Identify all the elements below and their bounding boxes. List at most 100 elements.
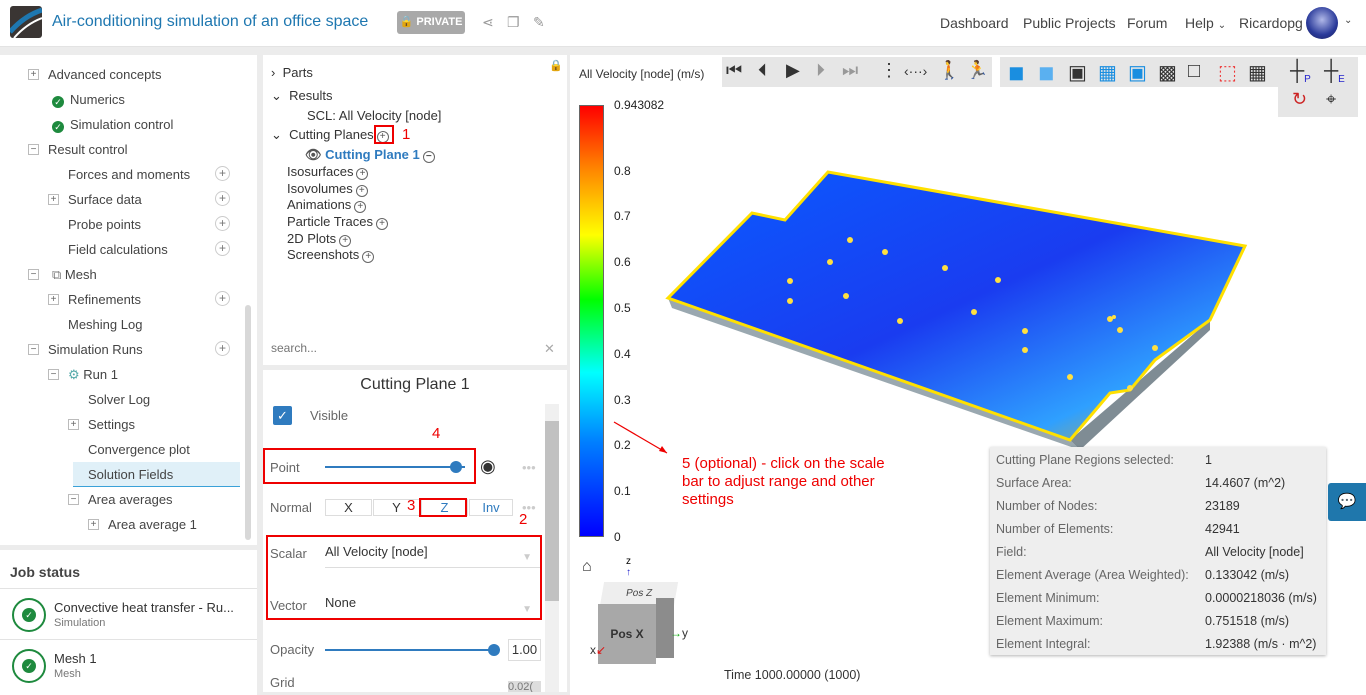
tree-item[interactable]: Convergence plot [88,442,190,457]
collapse-icon[interactable]: − [28,344,39,355]
props-scrollbar[interactable] [545,404,559,692]
points-cube-icon[interactable]: ⬚ [1218,60,1237,85]
add-icon[interactable]: + [356,168,369,180]
tree-animations[interactable]: Animations + [287,197,367,213]
expand-icon[interactable]: + [88,519,99,530]
outline-cube-icon[interactable]: ▣ [1068,60,1087,85]
copy-icon[interactable]: ❐ [507,14,520,31]
collapse-icon[interactable]: − [28,269,39,280]
tree-item[interactable]: Simulation Runs [48,342,143,357]
tree-item[interactable]: Field calculations [68,242,168,257]
tree-item[interactable]: Advanced concepts [48,67,161,82]
tree-isosurfaces[interactable]: Isosurfaces + [287,164,369,180]
tree-item[interactable]: Forces and moments [68,167,190,182]
grid-cube-icon[interactable]: ▦ [1248,60,1267,85]
edit-icon[interactable]: ✎ [533,14,545,31]
add-icon[interactable]: + [215,241,230,256]
nav-dashboard[interactable]: Dashboard [940,15,1009,31]
opacity-input[interactable]: 1.00 [508,639,541,661]
tree-2d-plots[interactable]: 2D Plots + [287,231,352,247]
mesh-cube-icon[interactable]: ▦ [1098,60,1117,85]
add-icon[interactable]: + [354,201,367,213]
tree-parts[interactable]: › Parts [271,65,313,80]
opacity-slider-handle[interactable] [488,644,500,656]
clear-search-icon[interactable]: ✕ [544,341,555,357]
run-icon[interactable]: 🏃 [966,60,988,81]
tree-cutting-plane-1[interactable]: 👁 Cutting Plane 1− [305,147,435,163]
nav-forum[interactable]: Forum [1127,15,1167,31]
expand-icon[interactable]: + [48,194,59,205]
opacity-slider[interactable] [325,649,493,651]
add-icon[interactable]: + [215,191,230,206]
tree-screenshots[interactable]: Screenshots + [287,247,375,263]
rotate-axes-icon[interactable]: ↻ [1292,89,1307,110]
center-icon[interactable]: ⌖ [1326,89,1336,110]
nav-help[interactable]: Help ⌄ [1185,15,1226,31]
tree-item[interactable]: ⧉ Mesh [52,267,97,283]
tree-scl[interactable]: SCL: All Velocity [node] [307,108,441,123]
element-pick-icon[interactable]: ┼E [1324,60,1345,85]
normal-x-button[interactable]: X [325,499,372,516]
previous-frame-icon[interactable]: ⏴ [758,60,767,81]
job-item[interactable]: ✓ Convective heat transfer - Ru... Simulat… [0,588,257,639]
expand-icon[interactable]: + [48,294,59,305]
eye-icon[interactable]: 👁 [305,147,322,162]
add-icon[interactable]: + [215,216,230,231]
first-frame-icon[interactable]: ⏮ [726,60,742,81]
collapse-icon[interactable]: − [68,494,79,505]
tree-isovolumes[interactable]: Isovolumes + [287,181,368,197]
play-icon[interactable]: ▶ [786,60,800,81]
add-icon[interactable]: + [375,218,388,230]
fit-view-icon[interactable]: ‹···› [904,63,927,79]
add-icon[interactable]: + [215,291,230,306]
walk-icon[interactable]: 🚶 [938,60,960,81]
color-scale-bar[interactable] [579,105,604,537]
add-icon[interactable]: + [362,251,375,263]
add-icon[interactable]: + [355,185,368,197]
chat-icon[interactable]: 💬 [1328,483,1366,521]
tree-item[interactable]: ⚙ Run 1 [68,367,118,383]
add-icon[interactable]: + [215,341,230,356]
home-view-icon[interactable]: ⌂ [582,558,592,576]
job-item[interactable]: ✓ Mesh 1 Mesh [0,639,257,690]
tree-item[interactable]: Area average 1 [108,517,197,532]
edges-cube-icon[interactable]: □ [1188,60,1200,83]
tree-item[interactable]: Area averages [88,492,173,507]
tree-item[interactable]: Probe points [68,217,141,232]
tree-item[interactable]: Meshing Log [68,317,142,332]
collapse-icon[interactable]: − [28,144,39,155]
solid-cube-icon[interactable]: ◼ [1008,60,1025,85]
tree-cutting-planes[interactable]: ⌄ Cutting Planes + [271,127,389,143]
expand-icon[interactable]: + [68,419,79,430]
tree-scrollbar[interactable] [245,305,251,540]
gradient-cube-icon[interactable]: ◼ [1038,60,1055,85]
tree-item[interactable]: ✓ Simulation control [52,117,173,133]
share-icon[interactable]: ⋖ [482,14,494,31]
orientation-cube[interactable]: Pos Z Pos X [598,582,679,664]
remove-icon[interactable]: − [422,151,435,163]
more-vertical-icon[interactable]: ⋮ [880,60,898,81]
wireframe-cube-icon[interactable]: ▩ [1158,60,1177,85]
tree-item[interactable]: ✓ Numerics [52,92,125,108]
user-name[interactable]: Ricardopg [1239,15,1303,31]
point-pick-icon[interactable]: ┼P [1290,60,1311,85]
visible-checkbox[interactable]: ✓ [273,406,292,425]
grid-input[interactable]: 0.02( [508,681,541,692]
avatar[interactable] [1306,7,1338,39]
last-frame-icon[interactable]: ⏭ [842,60,858,81]
expand-icon[interactable]: + [28,69,39,80]
search-input[interactable] [271,341,541,355]
target-icon[interactable]: ◉ [480,456,496,477]
add-icon[interactable]: + [339,235,352,247]
lock-icon[interactable]: 🔒 [549,59,563,72]
collapse-icon[interactable]: − [48,369,59,380]
tree-item-selected[interactable]: Solution Fields [88,467,173,482]
nav-public-projects[interactable]: Public Projects [1023,15,1116,31]
add-icon[interactable]: + [215,166,230,181]
cube-front-face[interactable]: Pos X [598,604,656,664]
tree-item[interactable]: Solver Log [88,392,150,407]
chevron-down-icon[interactable]: ⌄ [1344,15,1352,26]
tree-results[interactable]: ⌄ Results [271,88,332,104]
more-icon[interactable]: ••• [522,460,536,475]
normal-inv-button[interactable]: Inv [469,499,513,516]
